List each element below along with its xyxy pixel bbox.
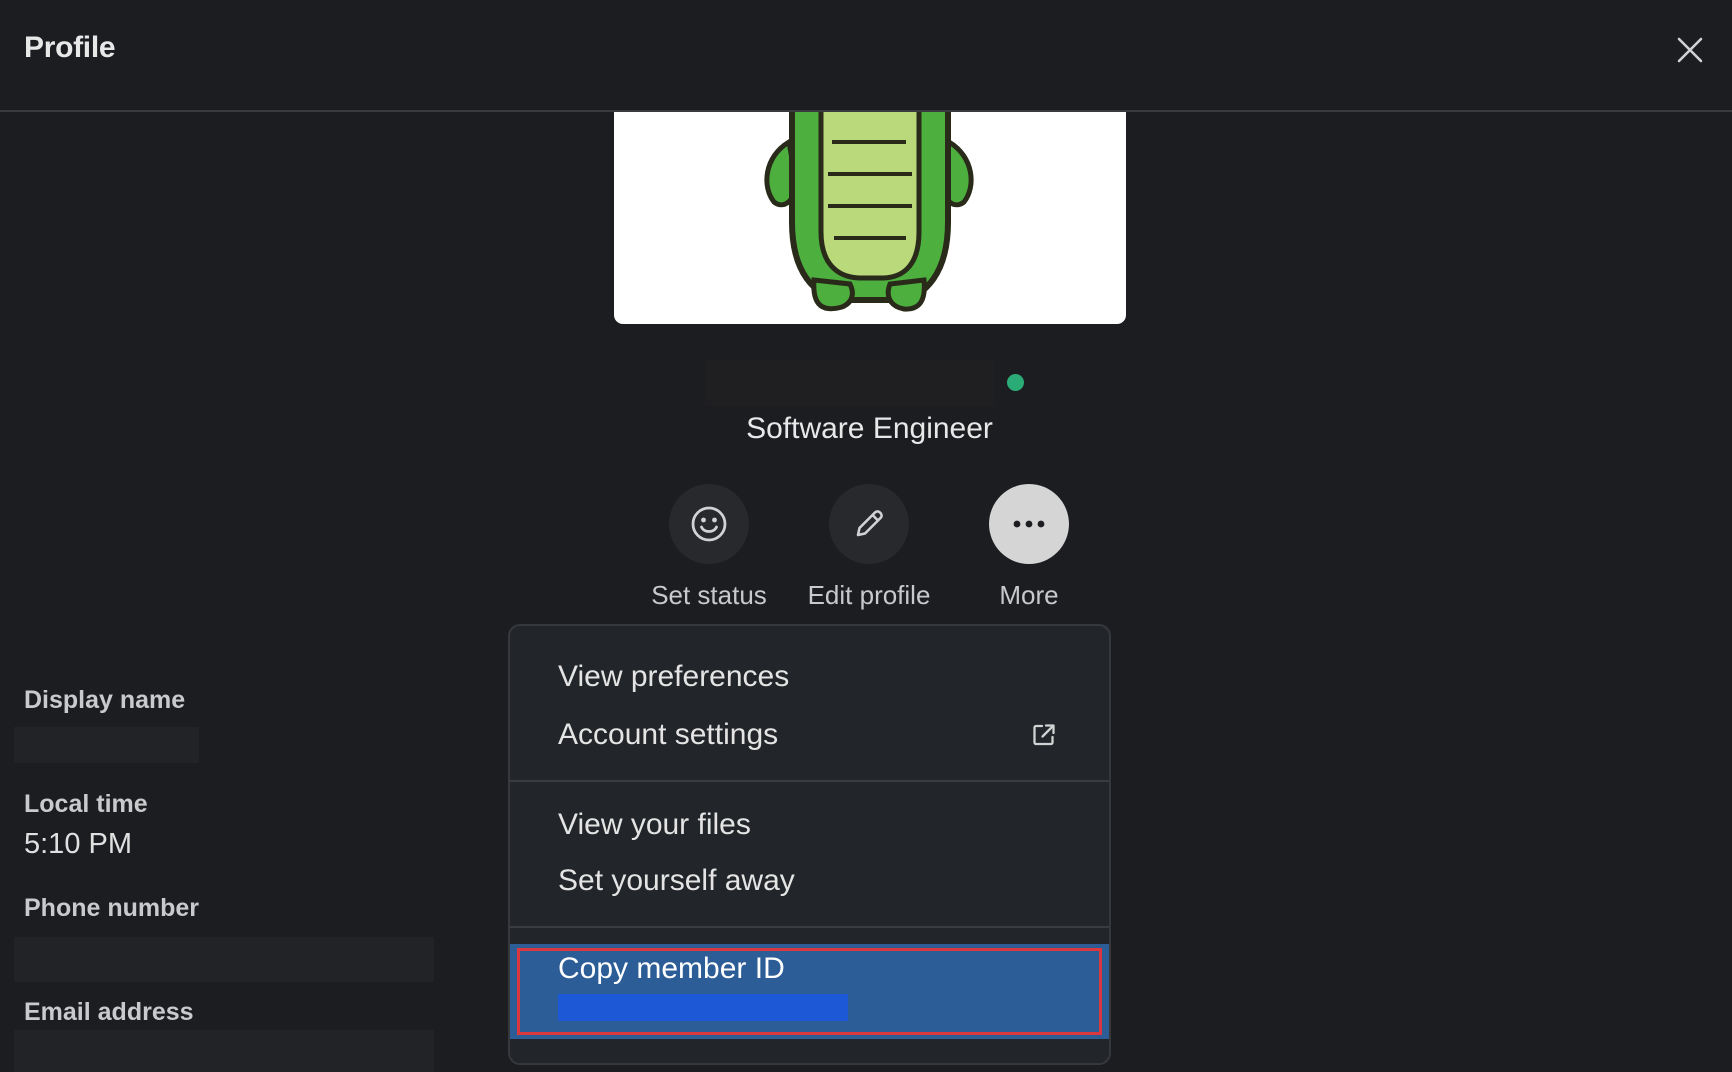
menu-item-view-your-files[interactable]: View your files [558, 808, 751, 842]
menu-item-view-preferences[interactable]: View preferences [558, 660, 789, 694]
set-status-action: Set status [629, 484, 789, 611]
presence-indicator [1007, 374, 1024, 391]
more-button[interactable] [989, 484, 1069, 564]
member-id-redacted [558, 994, 848, 1021]
menu-item-copy-member-id[interactable]: Copy member ID [510, 944, 1109, 1039]
close-button[interactable] [1670, 30, 1710, 70]
edit-profile-label: Edit profile [807, 580, 931, 610]
local-time-value: 5:10 PM [24, 828, 132, 860]
edit-profile-button[interactable] [829, 484, 909, 564]
copy-member-id-label: Copy member ID [558, 952, 785, 985]
crocodile-avatar-icon [764, 112, 974, 312]
set-status-label: Set status [651, 580, 767, 610]
smiley-icon [691, 506, 727, 542]
edit-profile-action: Edit profile [789, 484, 949, 611]
more-actions-menu: View preferences Account settings View y… [508, 624, 1111, 1065]
display-name-value-redacted [14, 727, 199, 763]
email-address-label: Email address [24, 998, 194, 1026]
full-name-redacted [705, 360, 995, 406]
phone-number-value-redacted [14, 937, 434, 982]
more-action: More [949, 484, 1109, 611]
menu-item-account-settings[interactable]: Account settings [558, 718, 778, 752]
more-label: More [999, 580, 1059, 610]
pencil-icon [856, 510, 883, 537]
menu-divider [510, 780, 1109, 782]
menu-item-set-yourself-away[interactable]: Set yourself away [558, 864, 795, 898]
external-link-icon [1033, 724, 1055, 746]
display-name-label: Display name [24, 686, 186, 714]
job-title: Software Engineer [746, 412, 993, 445]
profile-photo [614, 112, 1126, 324]
phone-number-label: Phone number [24, 894, 200, 922]
menu-divider [510, 926, 1109, 928]
email-address-value-redacted [14, 1030, 434, 1072]
set-status-button[interactable] [669, 484, 749, 564]
close-icon [1677, 37, 1703, 63]
ellipsis-icon [1013, 520, 1045, 528]
local-time-label: Local time [24, 790, 148, 818]
profile-header: Profile [0, 0, 1732, 112]
page-title: Profile [24, 31, 116, 64]
